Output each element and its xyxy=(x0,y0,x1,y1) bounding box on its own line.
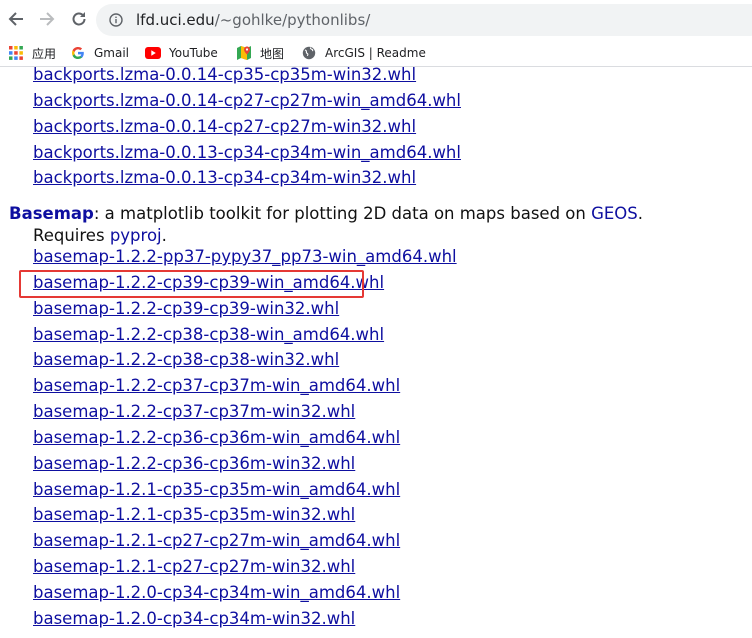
wheel-file-link[interactable]: basemap-1.2.2-pp37-pypy37_pp73-win_amd64… xyxy=(33,247,457,266)
list-item: basemap-1.2.2-cp37-cp37m-win32.whl xyxy=(33,402,457,428)
list-item: basemap-1.2.2-cp38-cp38-win_amd64.whl xyxy=(33,325,457,351)
requires-text: Requires xyxy=(33,226,110,245)
list-item: backports.lzma-0.0.13-cp34-cp34m-win_amd… xyxy=(33,143,461,169)
url-path: /~gohlke/pythonlibs/ xyxy=(214,11,371,29)
list-item: backports.lzma-0.0.14-cp35-cp35m-win32.w… xyxy=(33,67,461,91)
bookmarks-bar: 应用 Gmail YouTube 地图 ArcGIS | Readme xyxy=(0,40,752,66)
wheel-file-link[interactable]: basemap-1.2.2-cp37-cp37m-win_amd64.whl xyxy=(33,376,400,395)
bookmark-maps[interactable]: 地图 xyxy=(236,44,284,62)
bookmark-label: Gmail xyxy=(94,46,130,60)
bookmark-apps[interactable]: 应用 xyxy=(8,44,56,62)
wheel-file-link[interactable]: basemap-1.2.2-cp36-cp36m-win32.whl xyxy=(33,454,355,473)
wheel-file-link[interactable]: basemap-1.2.0-cp34-cp34m-win_amd64.whl xyxy=(33,583,400,602)
page-content: backports.lzma-0.0.14-cp35-cp35m-win32.w… xyxy=(0,67,752,638)
bookmark-label: YouTube xyxy=(169,46,218,60)
forward-arrow-icon xyxy=(40,12,55,26)
google-g-icon xyxy=(70,45,86,61)
list-item: backports.lzma-0.0.14-cp27-cp27m-win_amd… xyxy=(33,91,461,117)
bookmark-label: 地图 xyxy=(260,46,285,61)
url-text[interactable]: lfd.uci.edu/~gohlke/pythonlibs/ xyxy=(136,11,370,29)
wheel-file-link[interactable]: backports.lzma-0.0.14-cp27-cp27m-win32.w… xyxy=(33,117,416,136)
wheel-file-link[interactable]: basemap-1.2.2-cp38-cp38-win_amd64.whl xyxy=(33,325,384,344)
info-icon[interactable] xyxy=(109,13,123,27)
wheel-file-link[interactable]: basemap-1.2.2-cp39-cp39-win32.whl xyxy=(33,299,339,318)
basemap-description: Basemap: a matplotlib toolkit for plotti… xyxy=(9,203,643,247)
back-button[interactable] xyxy=(5,8,27,30)
bookmark-arcgis[interactable]: ArcGIS | Readme xyxy=(301,44,426,62)
wheel-file-link[interactable]: basemap-1.2.1-cp35-cp35m-win32.whl xyxy=(33,505,355,524)
forward-button[interactable] xyxy=(36,8,58,30)
list-item: basemap-1.2.2-pp37-pypy37_pp73-win_amd64… xyxy=(33,247,457,273)
list-item: basemap-1.2.1-cp35-cp35m-win_amd64.whl xyxy=(33,480,457,506)
maps-pin-icon xyxy=(236,45,252,61)
wheel-file-link[interactable]: backports.lzma-0.0.13-cp34-cp34m-win_amd… xyxy=(33,143,461,162)
url-host: lfd.uci.edu xyxy=(136,11,215,29)
wheel-file-link[interactable]: backports.lzma-0.0.14-cp35-cp35m-win32.w… xyxy=(33,67,416,84)
reload-button[interactable] xyxy=(68,8,90,30)
description-period: . xyxy=(637,204,644,223)
list-item: basemap-1.2.1-cp35-cp35m-win32.whl xyxy=(33,505,457,531)
bookmark-gmail[interactable]: Gmail xyxy=(70,44,129,62)
backports-link-list: backports.lzma-0.0.14-cp35-cp35m-win32.w… xyxy=(33,67,461,194)
reload-icon xyxy=(72,12,86,26)
bookmark-youtube[interactable]: YouTube xyxy=(145,44,218,62)
wheel-file-link[interactable]: basemap-1.2.1-cp27-cp27m-win32.whl xyxy=(33,557,355,576)
list-item: basemap-1.2.2-cp37-cp37m-win_amd64.whl xyxy=(33,376,457,402)
wheel-file-link[interactable]: basemap-1.2.1-cp27-cp27m-win_amd64.whl xyxy=(33,531,400,550)
wheel-file-link[interactable]: basemap-1.2.2-cp36-cp36m-win_amd64.whl xyxy=(33,428,400,447)
back-arrow-icon xyxy=(8,12,23,26)
geos-link[interactable]: GEOS xyxy=(591,204,638,223)
list-item: basemap-1.2.2-cp39-cp39-win32.whl xyxy=(33,299,457,325)
list-item: basemap-1.2.2-cp36-cp36m-win32.whl xyxy=(33,454,457,480)
requires-period: . xyxy=(161,226,167,245)
list-item: basemap-1.2.1-cp27-cp27m-win_amd64.whl xyxy=(33,531,457,557)
wheel-file-link[interactable]: basemap-1.2.2-cp37-cp37m-win32.whl xyxy=(33,402,355,421)
basemap-description-text: : a matplotlib toolkit for plotting 2D d… xyxy=(93,204,592,223)
wheel-file-link[interactable]: basemap-1.2.2-cp38-cp38-win32.whl xyxy=(33,350,339,369)
bookmark-label: 应用 xyxy=(32,46,57,61)
basemap-package-name[interactable]: Basemap xyxy=(9,204,94,223)
wheel-file-link[interactable]: backports.lzma-0.0.13-cp34-cp34m-win32.w… xyxy=(33,168,416,187)
list-item: backports.lzma-0.0.13-cp34-cp34m-win32.w… xyxy=(33,168,461,194)
wheel-file-link[interactable]: basemap-1.2.0-cp34-cp34m-win32.whl xyxy=(33,609,355,628)
apps-grid-icon xyxy=(8,45,24,61)
globe-icon xyxy=(301,45,317,61)
pyproj-link[interactable]: pyproj xyxy=(110,226,162,245)
list-item: basemap-1.2.2-cp36-cp36m-win_amd64.whl xyxy=(33,428,457,454)
address-bar[interactable]: lfd.uci.edu/~gohlke/pythonlibs/ xyxy=(96,4,752,36)
browser-toolbar: lfd.uci.edu/~gohlke/pythonlibs/ xyxy=(0,0,752,40)
highlight-annotation-box xyxy=(19,270,364,298)
list-item: basemap-1.2.0-cp34-cp34m-win_amd64.whl xyxy=(33,583,457,609)
wheel-file-link[interactable]: backports.lzma-0.0.14-cp27-cp27m-win_amd… xyxy=(33,91,461,110)
list-item: backports.lzma-0.0.14-cp27-cp27m-win32.w… xyxy=(33,117,461,143)
wheel-file-link[interactable]: basemap-1.2.1-cp35-cp35m-win_amd64.whl xyxy=(33,480,400,499)
youtube-icon xyxy=(145,45,161,61)
list-item: basemap-1.2.0-cp34-cp34m-win32.whl xyxy=(33,609,457,635)
list-item: basemap-1.2.2-cp38-cp38-win32.whl xyxy=(33,350,457,376)
list-item: basemap-1.2.1-cp27-cp27m-win32.whl xyxy=(33,557,457,583)
basemap-link-list: basemap-1.2.2-pp37-pypy37_pp73-win_amd64… xyxy=(33,247,457,635)
bookmark-label: ArcGIS | Readme xyxy=(325,46,426,60)
